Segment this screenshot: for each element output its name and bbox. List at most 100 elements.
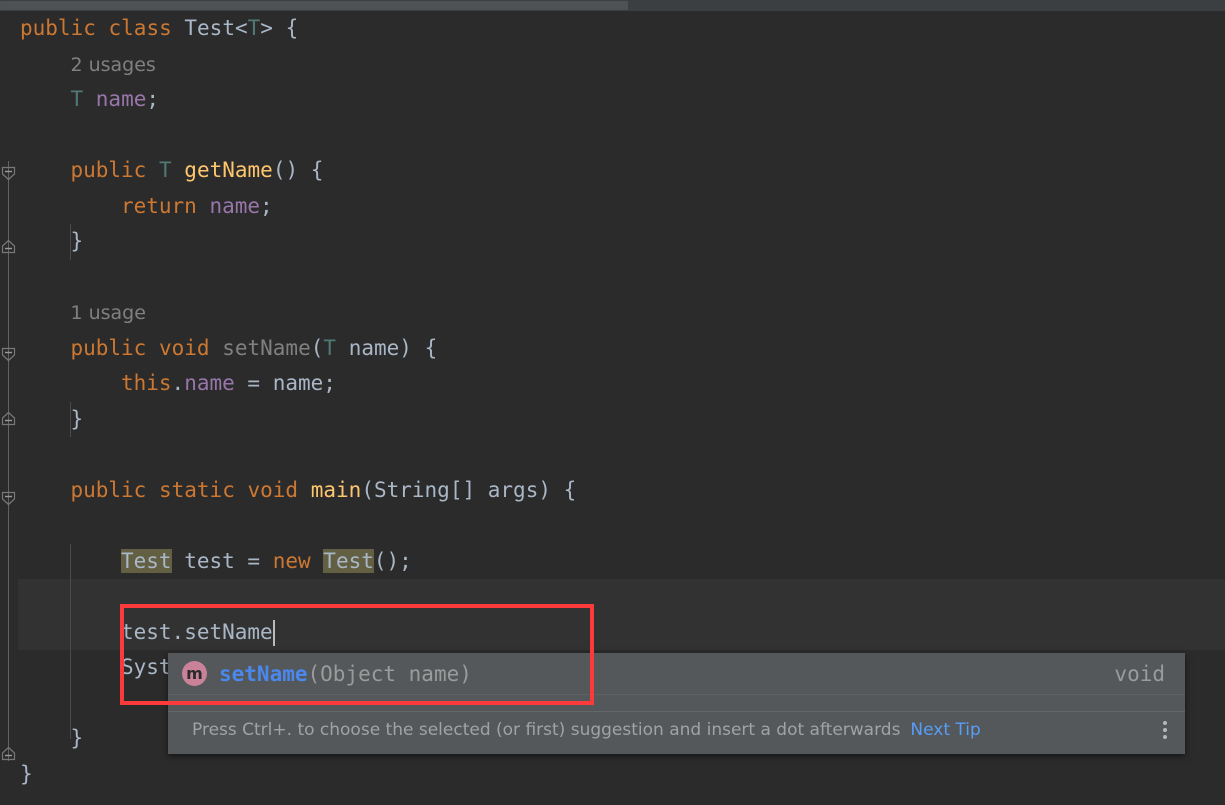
code-token: } [70,229,84,253]
fold-collapse-icon[interactable] [1,347,16,362]
code-token: setName [222,335,311,360]
completion-list[interactable]: m setName (Object name) void [168,653,1185,694]
code-line[interactable]: Test test = new Test(); [0,544,1225,580]
code-token: . [171,619,185,644]
code-line[interactable]: public T getName() { [0,153,1225,189]
code-token: [] [449,477,488,502]
code-token: public [70,335,147,360]
code-token: this [120,371,172,395]
code-token: name [272,371,324,395]
indent-guide [70,401,72,437]
code-token: void [158,335,210,360]
code-token: ; [323,371,336,395]
code-token: = [234,371,273,395]
code-line[interactable] [0,579,1225,615]
code-token: public [20,16,96,40]
code-line[interactable]: public void setName(T name) { [0,331,1225,367]
next-tip-link[interactable]: Next Tip [910,720,980,740]
code-token: } [70,726,84,750]
code-token: 2 usages [70,53,156,76]
code-line-content: 1 usage [20,300,146,324]
code-line[interactable] [0,118,1225,154]
code-token: name [184,371,235,395]
indent-guide [70,224,72,260]
code-line[interactable] [0,508,1225,544]
indent-guide [70,543,72,739]
completion-hint-bar: Press Ctrl+. to choose the selected (or … [168,711,1185,748]
code-editor[interactable]: public class Test<T> { 2 usages T name; pub… [0,0,1225,805]
code-token: ( [361,477,374,502]
code-token: > [260,16,273,40]
kebab-menu-icon[interactable] [1157,717,1173,743]
code-token: args [487,477,539,502]
code-line[interactable]: 1 usage [0,295,1225,331]
completion-item-params: (Object name) [307,661,472,686]
code-line[interactable]: this.name = name; [0,366,1225,402]
horizontal-scrollbar-thumb[interactable] [0,1,628,10]
code-token: T [158,158,172,182]
code-token: 1 usage [70,302,146,324]
code-line[interactable]: T name; [0,82,1225,118]
code-line[interactable] [0,437,1225,473]
completion-list-gap [168,694,1185,711]
code-line-content: 2 usages [20,52,156,76]
text-caret [273,619,276,646]
code-token: Test [184,16,235,40]
code-token: } [70,406,84,431]
code-token: String [373,477,450,502]
code-line[interactable]: 2 usages [0,47,1225,83]
fold-expand-icon[interactable] [1,239,16,254]
code-line[interactable] [0,260,1225,296]
code-line[interactable]: return name; [0,189,1225,225]
code-line[interactable]: } [0,402,1225,438]
code-line-content: T name; [20,87,159,111]
code-token: main [310,477,362,502]
code-token: Test [323,548,374,573]
code-token: Test [120,548,172,573]
completion-hint-text: Press Ctrl+. to choose the selected (or … [192,720,901,740]
fold-collapse-icon[interactable] [1,491,16,506]
code-token: ; [260,193,273,218]
code-line[interactable]: } [0,224,1225,260]
code-token: public [70,158,147,182]
code-token: return [120,193,197,218]
code-token: ( [310,335,324,360]
code-token: T [70,87,84,111]
code-token: () { [272,158,324,182]
code-line[interactable]: } [0,757,1225,793]
code-token: = [234,548,273,573]
code-line[interactable]: public static void main(String[] args) { [0,473,1225,509]
code-line-content: public class Test<T> { [20,16,298,40]
completion-item-setname[interactable]: m setName (Object name) void [168,653,1185,694]
code-line-content: public static void main(String[] args) { [20,478,576,502]
fold-expand-icon[interactable] [1,746,16,761]
code-token: ) { [399,335,438,360]
code-line[interactable]: test.setName [0,614,1225,650]
code-token: new [272,548,311,573]
horizontal-scrollbar[interactable] [0,0,1225,11]
code-token: ; [146,87,160,111]
code-token: getName [184,158,273,182]
code-line[interactable]: public class Test<T> { [0,11,1225,47]
code-line-content: } [20,726,83,750]
code-token: test [120,619,172,644]
fold-expand-icon[interactable] [1,411,16,426]
code-token: setName [184,619,273,644]
code-token: static [158,477,235,502]
code-token: T [247,16,261,40]
fold-collapse-icon[interactable] [1,166,16,181]
code-line-content: } [20,229,83,253]
editor-gutter[interactable] [0,11,18,805]
code-line-content: this.name = name; [20,371,336,395]
code-completion-popup[interactable]: m setName (Object name) void Press Ctrl+… [168,653,1185,754]
code-token: name [209,193,261,218]
method-icon: m [182,661,207,686]
